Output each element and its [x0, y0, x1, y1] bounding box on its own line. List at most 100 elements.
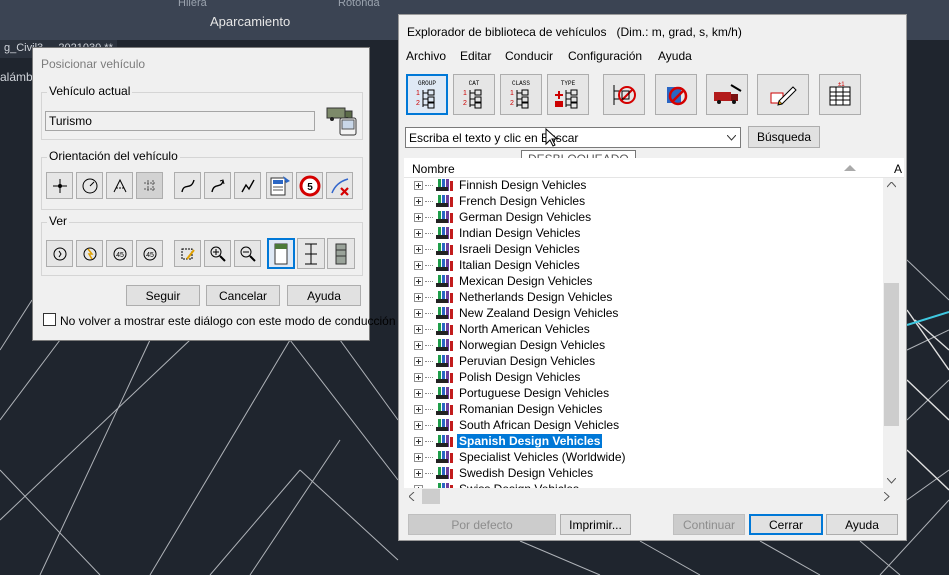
- horizontal-scroll-thumb[interactable]: [422, 489, 440, 504]
- no-entry-icon[interactable]: [655, 74, 697, 115]
- menu-archivo[interactable]: Archivo: [406, 49, 446, 63]
- list-item[interactable]: South African Design Vehicles: [414, 417, 621, 433]
- list-item-label[interactable]: Norwegian Design Vehicles: [457, 338, 607, 352]
- list-item[interactable]: Mexican Design Vehicles: [414, 273, 594, 289]
- expand-icon[interactable]: [414, 212, 423, 222]
- sort-arrow-icon[interactable]: [844, 165, 856, 172]
- expand-icon[interactable]: [414, 308, 423, 318]
- crosshair-icon[interactable]: [46, 172, 73, 199]
- vehicle-properties-icon[interactable]: [266, 172, 293, 199]
- type-view-button[interactable]: TYPE: [547, 74, 589, 115]
- menu-editar[interactable]: Editar: [460, 49, 491, 63]
- horizontal-scrollbar[interactable]: [404, 488, 900, 505]
- default-button[interactable]: Por defecto: [408, 514, 556, 535]
- expand-icon[interactable]: [414, 356, 423, 366]
- scroll-left-icon[interactable]: [409, 492, 415, 501]
- curve-arrow-icon[interactable]: [204, 172, 231, 199]
- list-item[interactable]: Netherlands Design Vehicles: [414, 289, 614, 305]
- vertical-scroll-thumb[interactable]: [884, 283, 899, 426]
- search-button[interactable]: Búsqueda: [748, 126, 820, 148]
- menu-conducir[interactable]: Conducir: [505, 49, 553, 63]
- list-item-label[interactable]: French Design Vehicles: [457, 194, 587, 208]
- follow-button[interactable]: Seguir: [126, 285, 200, 306]
- list-item[interactable]: Norwegian Design Vehicles: [414, 337, 607, 353]
- expand-icon[interactable]: [414, 180, 423, 190]
- list-item-label[interactable]: Peruvian Design Vehicles: [457, 354, 597, 368]
- list-item[interactable]: Portuguese Design Vehicles: [414, 385, 611, 401]
- list-item[interactable]: German Design Vehicles: [414, 209, 593, 225]
- scroll-right-icon[interactable]: [884, 492, 890, 501]
- expand-icon[interactable]: [414, 404, 423, 414]
- list-item[interactable]: Italian Design Vehicles: [414, 257, 582, 273]
- list-item[interactable]: French Design Vehicles: [414, 193, 587, 209]
- expand-icon[interactable]: [414, 324, 423, 334]
- clear-path-icon[interactable]: [326, 172, 353, 199]
- list-item[interactable]: Polish Design Vehicles: [414, 369, 582, 385]
- list-item[interactable]: North American Vehicles: [414, 321, 592, 337]
- expand-icon[interactable]: [414, 196, 423, 206]
- rotate-icon[interactable]: [46, 240, 73, 267]
- list-item[interactable]: Indian Design Vehicles: [414, 225, 582, 241]
- expand-icon[interactable]: [414, 276, 423, 286]
- help-button[interactable]: Ayuda: [826, 514, 898, 535]
- list-item-label[interactable]: Specialist Vehicles (Worldwide): [457, 450, 628, 464]
- expand-icon[interactable]: [414, 452, 423, 462]
- chevron-down-icon[interactable]: [727, 135, 736, 141]
- list-item-label[interactable]: Mexican Design Vehicles: [457, 274, 594, 288]
- list-item-label[interactable]: South African Design Vehicles: [457, 418, 621, 432]
- column-header-name[interactable]: Nombre: [412, 162, 455, 176]
- list-item-label[interactable]: Israeli Design Vehicles: [457, 242, 582, 256]
- zoom-in-icon[interactable]: [204, 240, 231, 267]
- group-view-button[interactable]: GROUP 12: [406, 74, 448, 115]
- list-item[interactable]: Israeli Design Vehicles: [414, 241, 582, 257]
- list-item-label[interactable]: Portuguese Design Vehicles: [457, 386, 611, 400]
- list-item-label[interactable]: Spanish Design Vehicles: [457, 434, 603, 448]
- list-item[interactable]: Peruvian Design Vehicles: [414, 353, 597, 369]
- speed-limit-icon[interactable]: 5: [296, 172, 323, 199]
- list-item-label[interactable]: Finnish Design Vehicles: [457, 178, 588, 192]
- scroll-up-icon[interactable]: [887, 182, 896, 188]
- list-item-label[interactable]: German Design Vehicles: [457, 210, 593, 224]
- menu-configuracion[interactable]: Configuración: [568, 49, 642, 63]
- vehicle-select-icon[interactable]: [326, 104, 358, 136]
- list-item[interactable]: Specialist Vehicles (Worldwide): [414, 449, 628, 465]
- list-item[interactable]: Spanish Design Vehicles: [414, 433, 603, 449]
- vehicle-view-icon[interactable]: [267, 238, 295, 269]
- list-item-label[interactable]: Netherlands Design Vehicles: [457, 290, 614, 304]
- help-button[interactable]: Ayuda: [287, 285, 361, 306]
- expand-icon[interactable]: [414, 260, 423, 270]
- list-item[interactable]: Swedish Design Vehicles: [414, 465, 595, 481]
- class-view-button[interactable]: CLASS 12: [500, 74, 542, 115]
- rotate-left-icon[interactable]: 45: [106, 240, 133, 267]
- list-item[interactable]: Finnish Design Vehicles: [414, 178, 588, 193]
- list-item[interactable]: New Zealand Design Vehicles: [414, 305, 620, 321]
- expand-icon[interactable]: [414, 420, 423, 430]
- edit-vehicle-icon[interactable]: [757, 74, 809, 115]
- list-item-label[interactable]: Romanian Design Vehicles: [457, 402, 604, 416]
- list-item[interactable]: Romanian Design Vehicles: [414, 401, 604, 417]
- list-item-label[interactable]: Italian Design Vehicles: [457, 258, 582, 272]
- column-header-right[interactable]: A: [894, 162, 902, 176]
- print-button[interactable]: Imprimir...: [560, 514, 631, 535]
- expand-icon[interactable]: [414, 436, 423, 446]
- edit-path-icon[interactable]: [174, 240, 201, 267]
- expand-icon[interactable]: [414, 244, 423, 254]
- rotate-right-icon[interactable]: 45: [136, 240, 163, 267]
- curve-path-icon[interactable]: [174, 172, 201, 199]
- ribbon-label-parking[interactable]: Aparcamiento: [210, 14, 290, 29]
- truck-delete-icon[interactable]: [706, 74, 748, 115]
- list-item-label[interactable]: New Zealand Design Vehicles: [457, 306, 620, 320]
- current-vehicle-field[interactable]: Turismo: [45, 111, 315, 131]
- expand-icon[interactable]: [414, 340, 423, 350]
- search-combo[interactable]: Escriba el texto y clic en Buscar: [405, 127, 741, 148]
- grid-icon[interactable]: [136, 172, 163, 199]
- dont-show-label[interactable]: No volver a mostrar este diálogo con est…: [60, 314, 396, 328]
- list-item-label[interactable]: Swedish Design Vehicles: [457, 466, 595, 480]
- expand-icon[interactable]: [414, 468, 423, 478]
- continue-button[interactable]: Continuar: [673, 514, 745, 535]
- list-item-label[interactable]: Indian Design Vehicles: [457, 226, 582, 240]
- expand-icon[interactable]: [414, 228, 423, 238]
- dont-show-checkbox[interactable]: [43, 313, 56, 326]
- cat-view-button[interactable]: CAT 12: [453, 74, 495, 115]
- vertical-scrollbar[interactable]: [883, 178, 900, 490]
